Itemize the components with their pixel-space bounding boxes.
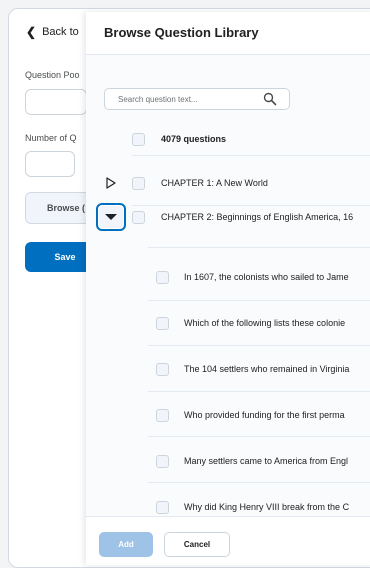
number-of-questions-label: Number of Q — [25, 133, 77, 143]
question-checkbox[interactable] — [156, 500, 169, 514]
divider — [148, 300, 370, 301]
add-button[interactable]: Add — [99, 532, 153, 557]
question-checkbox[interactable] — [156, 362, 169, 376]
question-row: In 1607, the colonists who sailed to Jam… — [86, 261, 370, 293]
select-all-row: 4079 questions — [86, 123, 370, 155]
question-checkbox[interactable] — [156, 454, 169, 468]
chapter-row: CHAPTER 1: A New World — [86, 167, 370, 199]
question-text: Who provided funding for the first perma — [184, 410, 345, 420]
dialog-footer: Add Cancel — [86, 516, 370, 565]
question-row: Many settlers came to America from Engl — [86, 445, 370, 477]
question-checkbox[interactable] — [156, 270, 169, 284]
divider — [148, 247, 370, 248]
question-text: The 104 settlers who remained in Virgini… — [184, 364, 350, 374]
back-link[interactable]: ❮ Back to — [26, 25, 79, 39]
question-checkbox[interactable] — [156, 408, 169, 422]
cancel-button[interactable]: Cancel — [164, 532, 230, 557]
question-pool-input[interactable] — [25, 89, 87, 115]
question-text: Many settlers came to America from Engl — [184, 456, 349, 466]
question-row: The 104 settlers who remained in Virgini… — [86, 353, 370, 385]
number-of-questions-input[interactable] — [25, 151, 75, 177]
question-checkbox[interactable] — [156, 316, 169, 330]
browse-question-library-dialog: Browse Question Library Search question … — [86, 12, 370, 565]
divider — [132, 155, 370, 156]
question-text: In 1607, the colonists who sailed to Jam… — [184, 272, 349, 282]
search-placeholder: Search question text... — [118, 95, 198, 104]
dialog-body: Search question text... 4079 questions C… — [86, 55, 370, 516]
chapter-checkbox[interactable] — [132, 176, 145, 190]
question-row: Who provided funding for the first perma — [86, 399, 370, 431]
divider — [148, 345, 370, 346]
chapter-label: CHAPTER 1: A New World — [161, 178, 268, 188]
question-text: Which of the following lists these colon… — [184, 318, 346, 328]
select-all-checkbox[interactable] — [132, 132, 145, 146]
dialog-title: Browse Question Library — [104, 25, 259, 40]
chapter-checkbox[interactable] — [132, 210, 145, 224]
divider — [148, 391, 370, 392]
question-count: 4079 questions — [161, 134, 227, 144]
divider — [148, 436, 370, 437]
chevron-left-icon: ❮ — [26, 25, 37, 39]
divider — [148, 482, 370, 483]
question-text: Why did King Henry VIII break from the C — [184, 502, 350, 512]
chapter-label: CHAPTER 2: Beginnings of English America… — [161, 212, 354, 222]
chapter-row: CHAPTER 2: Beginnings of English America… — [86, 201, 370, 233]
question-pool-label: Question Poo — [25, 70, 80, 80]
question-row: Which of the following lists these colon… — [86, 307, 370, 339]
search-input[interactable]: Search question text... — [104, 88, 290, 110]
question-row: Why did King Henry VIII break from the C — [86, 491, 370, 516]
search-icon[interactable] — [263, 92, 277, 106]
